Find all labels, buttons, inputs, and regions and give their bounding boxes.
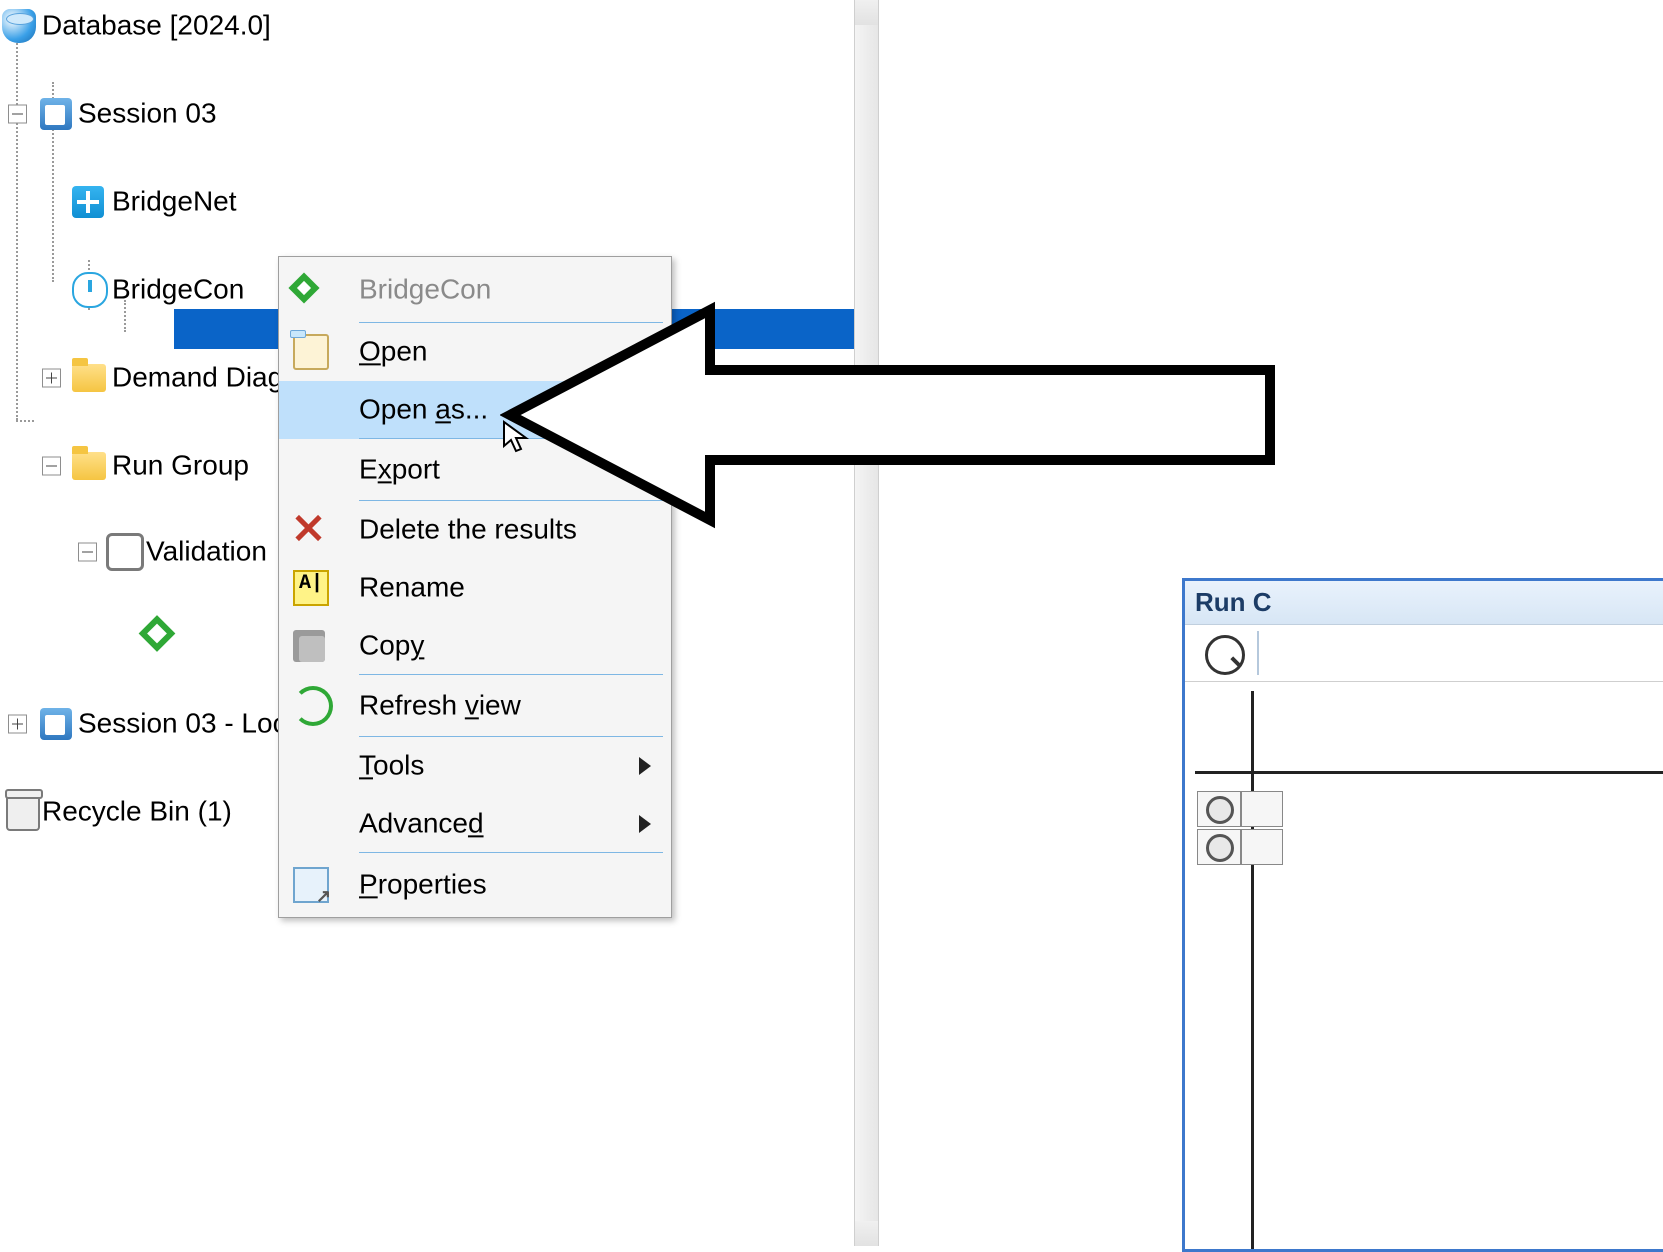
tree-node-session[interactable]: Session 03 — [0, 92, 854, 136]
recycle-bin-icon — [6, 793, 40, 831]
grid-cell[interactable] — [1197, 829, 1241, 865]
menu-item-copy[interactable]: Copy — [279, 617, 671, 675]
properties-icon — [293, 867, 329, 903]
tree-label: BridgeCon — [112, 273, 244, 305]
tree-label: BridgeNet — [112, 185, 237, 217]
menu-label: Export — [359, 453, 440, 485]
grid-cell[interactable] — [1241, 791, 1283, 827]
open-icon — [293, 334, 329, 370]
menu-label: Open as... — [359, 393, 488, 425]
menu-label: Copy — [359, 629, 424, 661]
run-panel-title: Run C — [1185, 581, 1663, 625]
run-panel: Run C — [1182, 578, 1663, 1252]
submenu-arrow-icon — [639, 757, 651, 775]
menu-item-export[interactable]: Export — [279, 439, 671, 501]
run-panel-toolbar — [1185, 625, 1663, 682]
collapse-toggle-icon[interactable] — [42, 457, 61, 476]
folder-icon — [72, 452, 106, 480]
chart-axis-horizontal — [1195, 771, 1663, 774]
tree-label: Run Group — [112, 449, 249, 481]
zoom-icon[interactable] — [1205, 635, 1245, 675]
expand-toggle-icon[interactable] — [42, 369, 61, 388]
context-menu: BridgeCon Open Open as... Export Delete … — [278, 256, 672, 918]
menu-item-refresh-view[interactable]: Refresh view — [279, 675, 671, 737]
menu-label: Tools — [359, 749, 424, 781]
tree-node-database[interactable]: Database [2024.0] — [0, 4, 854, 48]
session-icon — [40, 708, 72, 740]
menu-header: BridgeCon — [279, 257, 671, 323]
scrollbar-button-down-icon[interactable] — [855, 1221, 878, 1246]
menu-label: Properties — [359, 868, 487, 900]
validation-run-icon — [106, 533, 144, 571]
folder-icon — [72, 364, 106, 392]
menu-label: Open — [359, 335, 428, 367]
menu-item-open[interactable]: Open — [279, 323, 671, 381]
tree-label: Validation — [146, 535, 267, 567]
database-icon — [2, 9, 36, 43]
grid-knob-icon — [1206, 834, 1234, 862]
tree-guideline — [16, 420, 34, 422]
rename-icon: A| — [293, 570, 329, 606]
diamond-icon — [288, 272, 319, 303]
menu-item-rename[interactable]: A| Rename — [279, 559, 671, 617]
bridgecon-icon — [72, 272, 108, 308]
menu-label: Delete the results — [359, 513, 577, 545]
expand-toggle-icon[interactable] — [8, 715, 27, 734]
grid-cell[interactable] — [1197, 791, 1241, 827]
submenu-arrow-icon — [639, 815, 651, 833]
delete-icon — [293, 514, 325, 546]
bridgenet-icon — [72, 186, 104, 218]
scrollbar-button-up-icon[interactable] — [855, 0, 878, 25]
menu-header-label: BridgeCon — [359, 273, 491, 305]
menu-label: Advanced — [359, 807, 484, 839]
menu-item-delete-results[interactable]: Delete the results — [279, 501, 671, 559]
refresh-icon — [293, 686, 333, 726]
tree-label: Session 03 — [78, 97, 217, 129]
tree-label: Recycle Bin (1) — [42, 795, 232, 827]
menu-label: Rename — [359, 571, 465, 603]
tree-node-bridgenet[interactable]: BridgeNet — [0, 180, 854, 224]
collapse-toggle-icon[interactable] — [8, 105, 27, 124]
chart-axis-vertical — [1251, 691, 1254, 1249]
grid-knob-icon — [1206, 796, 1234, 824]
menu-item-open-as[interactable]: Open as... — [279, 381, 671, 439]
toolbar-separator — [1257, 631, 1259, 675]
session-icon — [40, 98, 72, 130]
menu-item-advanced[interactable]: Advanced — [279, 795, 671, 853]
menu-item-tools[interactable]: Tools — [279, 737, 671, 795]
collapse-toggle-icon[interactable] — [78, 543, 97, 562]
copy-icon — [293, 630, 325, 662]
vertical-scrollbar[interactable] — [854, 0, 879, 1246]
menu-label: Refresh view — [359, 689, 521, 721]
grid-cell[interactable] — [1241, 829, 1283, 865]
diamond-icon — [139, 615, 176, 652]
tree-label: Session 03 - Lock — [78, 707, 301, 739]
tree-label: Database [2024.0] — [42, 9, 271, 41]
tree-label: BridgeC — [182, 620, 283, 652]
menu-item-properties[interactable]: Properties — [279, 853, 671, 917]
